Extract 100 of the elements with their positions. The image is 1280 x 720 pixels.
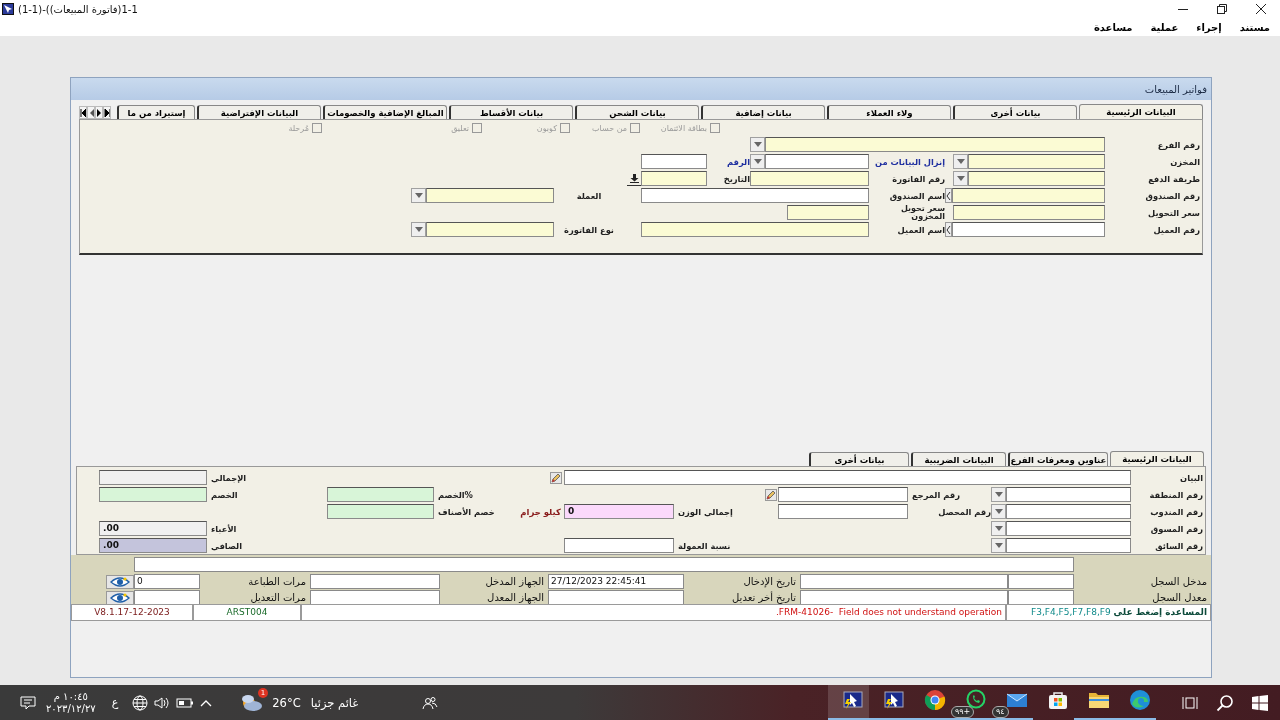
- taskbar-app[interactable]: ٩٤: [992, 685, 1033, 720]
- input-field[interactable]: [641, 188, 869, 203]
- input-field[interactable]: [750, 171, 869, 186]
- input-field[interactable]: [1008, 574, 1074, 589]
- input-field[interactable]: [778, 504, 908, 519]
- taskbar-app[interactable]: ٩٩+: [951, 685, 992, 720]
- input-field[interactable]: [1006, 487, 1131, 502]
- tab[interactable]: بيانات الأقساط: [449, 105, 573, 119]
- tab[interactable]: البيانات الضريبية: [911, 452, 1006, 466]
- dropdown-button[interactable]: [750, 137, 765, 152]
- caret-down-icon[interactable]: [414, 193, 423, 198]
- caret-down-icon[interactable]: [994, 509, 1003, 514]
- input-field[interactable]: [952, 222, 1105, 237]
- dropdown-button[interactable]: [750, 154, 765, 169]
- dropdown-button[interactable]: [991, 521, 1006, 536]
- caret-down-icon[interactable]: [753, 142, 762, 147]
- dropdown-button[interactable]: [953, 171, 968, 186]
- menu-item[interactable]: مساعدة: [1093, 18, 1133, 36]
- input-field[interactable]: [641, 222, 869, 237]
- tab[interactable]: بيانات أخرى: [809, 452, 909, 466]
- cursor-app-icon[interactable]: [882, 689, 905, 711]
- language-indicator[interactable]: ع: [111, 696, 119, 709]
- menu-item[interactable]: مستند: [1239, 18, 1270, 36]
- input-field[interactable]: [327, 487, 434, 502]
- input-field[interactable]: [778, 487, 908, 502]
- input-field[interactable]: 0: [564, 504, 674, 519]
- globe-icon[interactable]: [132, 694, 149, 711]
- chevron-up-icon[interactable]: [200, 698, 213, 707]
- tab[interactable]: إستيراد من ما: [117, 105, 195, 119]
- search-icon[interactable]: [1216, 693, 1234, 712]
- input-field[interactable]: [426, 188, 554, 203]
- input-field[interactable]: [765, 137, 1105, 152]
- input-field[interactable]: .00: [99, 521, 207, 536]
- input-field[interactable]: [134, 557, 1074, 572]
- dropdown-button[interactable]: [411, 188, 426, 203]
- people-icon[interactable]: [422, 695, 439, 710]
- input-field[interactable]: [787, 205, 869, 220]
- input-field[interactable]: [641, 154, 707, 169]
- caret-down-icon[interactable]: [956, 176, 965, 181]
- input-field[interactable]: [99, 487, 207, 502]
- tab[interactable]: بيانات أخرى: [953, 105, 1077, 119]
- tab[interactable]: بيانات إضافية: [701, 105, 825, 119]
- input-field[interactable]: [564, 538, 674, 553]
- clock-time[interactable]: ١٠:٤٥ م: [53, 690, 88, 703]
- browser-swirl-icon[interactable]: [1128, 689, 1151, 711]
- battery-icon[interactable]: [176, 696, 195, 709]
- input-field[interactable]: [765, 154, 869, 169]
- tab[interactable]: عناوين ومعرفات الفرع: [1008, 452, 1108, 466]
- store-icon[interactable]: [1046, 689, 1069, 711]
- caret-down-icon[interactable]: [414, 227, 423, 232]
- clock-date[interactable]: ٢٠٢٣/١٢/٢٧: [46, 702, 96, 715]
- taskbar-app[interactable]: [828, 685, 869, 720]
- browser-icon[interactable]: [923, 689, 946, 711]
- caret-down-icon[interactable]: [994, 543, 1003, 548]
- tab[interactable]: البيانات الرئيسية: [1079, 104, 1203, 119]
- caret-down-icon[interactable]: [956, 159, 965, 164]
- dropdown-button[interactable]: [991, 504, 1006, 519]
- tab[interactable]: البيانات الإفتراضية: [197, 105, 321, 119]
- input-field[interactable]: [310, 574, 440, 589]
- input-field[interactable]: [564, 470, 1131, 485]
- input-field[interactable]: [1006, 521, 1131, 536]
- weather-text[interactable]: غائم جزئيا: [310, 695, 359, 710]
- view-button[interactable]: [106, 590, 134, 605]
- menu-item[interactable]: إجراء: [1196, 18, 1222, 36]
- input-field[interactable]: 0: [134, 574, 200, 589]
- dropdown-button[interactable]: [991, 487, 1006, 502]
- dropdown-button[interactable]: [953, 154, 968, 169]
- chevron-left-icon[interactable]: [946, 225, 951, 234]
- view-button[interactable]: [106, 574, 134, 589]
- caret-down-icon[interactable]: [994, 492, 1003, 497]
- close-icon[interactable]: [1255, 4, 1266, 14]
- tab[interactable]: المبالغ الإضافية والخصومات: [323, 105, 447, 119]
- tab[interactable]: ولاء العملاء: [827, 105, 951, 119]
- tab[interactable]: البيانات الرئيسية: [1110, 451, 1204, 466]
- volume-icon[interactable]: [154, 695, 171, 710]
- input-field[interactable]: [426, 222, 554, 237]
- input-field[interactable]: [968, 154, 1105, 169]
- task-view-icon[interactable]: [1182, 694, 1198, 711]
- temperature[interactable]: 26°C: [272, 695, 301, 710]
- menu-item[interactable]: عملية: [1150, 18, 1179, 36]
- input-field[interactable]: [968, 171, 1105, 186]
- dropdown-button[interactable]: [991, 538, 1006, 553]
- edit-button[interactable]: [765, 488, 777, 501]
- tab[interactable]: بيانات الشحن: [575, 105, 699, 119]
- chevron-left-icon[interactable]: [946, 191, 951, 200]
- input-field[interactable]: [953, 205, 1105, 220]
- edit-button[interactable]: [550, 471, 562, 484]
- windows-icon[interactable]: [1252, 694, 1268, 711]
- input-field[interactable]: [800, 574, 1008, 589]
- input-field[interactable]: .00: [99, 538, 207, 553]
- cursor-app-icon[interactable]: [841, 689, 864, 711]
- input-field[interactable]: [1006, 538, 1131, 553]
- restore-icon[interactable]: [1216, 4, 1227, 14]
- eye-icon[interactable]: [110, 592, 130, 603]
- input-field[interactable]: [641, 171, 707, 186]
- eye-icon[interactable]: [110, 576, 130, 587]
- lookup-button[interactable]: [945, 188, 952, 203]
- lookup-button[interactable]: [945, 222, 952, 237]
- input-field[interactable]: [327, 504, 434, 519]
- input-field[interactable]: [99, 470, 207, 485]
